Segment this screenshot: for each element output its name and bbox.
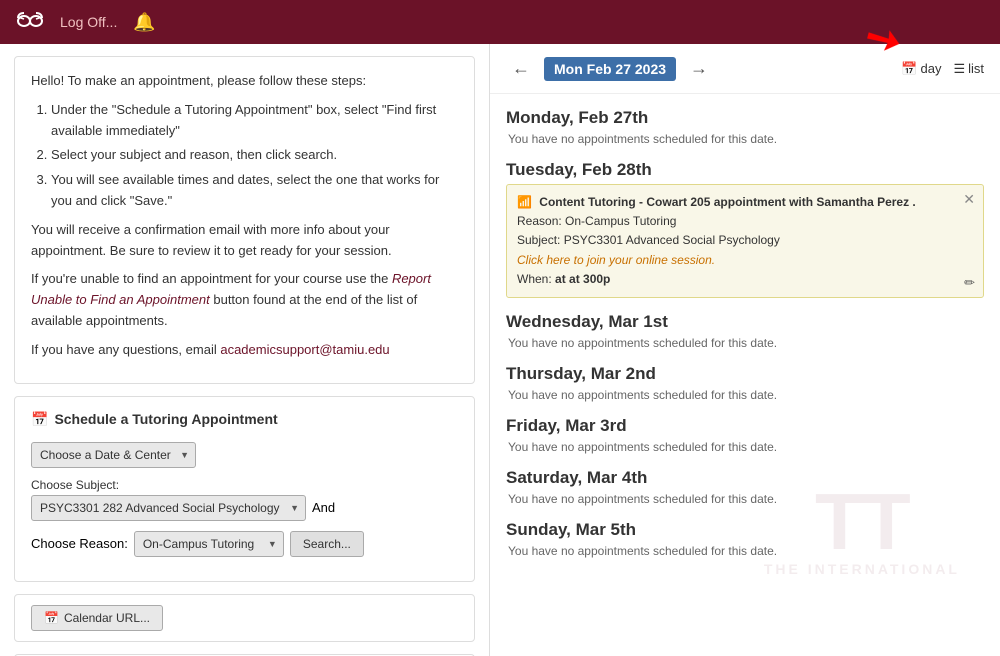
day-title-tue-feb28: Tuesday, Feb 28th xyxy=(506,160,984,180)
appointment-close-button[interactable]: ✕ xyxy=(963,191,975,208)
day-section-sun-mar5: Sunday, Mar 5th You have no appointments… xyxy=(506,520,984,558)
no-appt-sun-mar5: You have no appointments scheduled for t… xyxy=(506,544,984,558)
instructions-box: Hello! To make an appointment, please fo… xyxy=(14,56,475,384)
day-section-thu-mar2: Thursday, Mar 2nd You have no appointmen… xyxy=(506,364,984,402)
subject-select[interactable]: PSYC3301 282 Advanced Social Psychology xyxy=(31,495,306,521)
no-appt-wed-mar1: You have no appointments scheduled for t… xyxy=(506,336,984,350)
appointment-title-line: 📶 Content Tutoring - Cowart 205 appointm… xyxy=(517,193,953,212)
calendar-header: ← Mon Feb 27 2023 → 📅 day ☰ list xyxy=(490,44,1000,94)
subject-select-wrapper: PSYC3301 282 Advanced Social Psychology xyxy=(31,495,306,521)
search-button[interactable]: Search... xyxy=(290,531,364,557)
appointment-time: at 300p xyxy=(569,272,610,286)
calendar-url-icon: 📅 xyxy=(44,611,59,625)
date-center-row: Choose a Date & Center xyxy=(31,442,458,468)
instructions-confirmation: You will receive a confirmation email wi… xyxy=(31,220,458,262)
no-appt-sat-mar4: You have no appointments scheduled for t… xyxy=(506,492,984,506)
reason-input-row: Choose Reason: On-Campus Tutoring Search… xyxy=(31,531,458,557)
prev-date-button[interactable]: ← xyxy=(506,56,536,81)
and-label: And xyxy=(312,500,335,515)
appointment-title: Content Tutoring - Cowart 205 appointmen… xyxy=(539,195,915,209)
day-title-sat-mar4: Saturday, Mar 4th xyxy=(506,468,984,488)
reason-row: Choose Reason: On-Campus Tutoring Search… xyxy=(31,531,458,557)
instructions-step-3: You will see available times and dates, … xyxy=(51,170,458,212)
instructions-questions: If you have any questions, email academi… xyxy=(31,340,458,361)
reason-label: Choose Reason: xyxy=(31,536,128,551)
day-title-thu-mar2: Thursday, Mar 2nd xyxy=(506,364,984,384)
no-appt-fri-mar3: You have no appointments scheduled for t… xyxy=(506,440,984,454)
schedule-box-title: 📅 Schedule a Tutoring Appointment xyxy=(31,411,458,428)
instructions-report: If you're unable to find an appointment … xyxy=(31,269,458,331)
date-center-select-wrapper: Choose a Date & Center xyxy=(31,442,196,468)
calendar-url-button[interactable]: 📅 Calendar URL... xyxy=(31,605,163,631)
appointment-edit-button[interactable]: ✏ xyxy=(964,275,975,291)
subject-input-row: PSYC3301 282 Advanced Social Psychology … xyxy=(31,495,458,521)
day-view-calendar-icon: 📅 xyxy=(901,61,917,77)
appointment-card-1: ✕ ✏ 📶 Content Tutoring - Cowart 205 appo… xyxy=(506,184,984,298)
day-title-sun-mar5: Sunday, Mar 5th xyxy=(506,520,984,540)
list-view-icon: ☰ xyxy=(953,61,965,77)
day-section-tue-feb28: Tuesday, Feb 28th ✕ ✏ 📶 Content Tutoring… xyxy=(506,160,984,298)
reason-select-wrapper: On-Campus Tutoring xyxy=(134,531,284,557)
right-panel: ← Mon Feb 27 2023 → 📅 day ☰ list Monday,… xyxy=(490,44,1000,656)
day-section-fri-mar3: Friday, Mar 3rd You have no appointments… xyxy=(506,416,984,454)
appointment-online-link[interactable]: Click here to join your online session. xyxy=(517,251,953,270)
day-view-option[interactable]: 📅 day xyxy=(901,61,941,77)
top-navigation: Log Off... 🔔 xyxy=(0,0,1000,44)
wifi-icon: 📶 xyxy=(517,195,532,209)
day-section-sat-mar4: Saturday, Mar 4th You have no appointmen… xyxy=(506,468,984,506)
no-appt-thu-mar2: You have no appointments scheduled for t… xyxy=(506,388,984,402)
day-title-wed-mar1: Wednesday, Mar 1st xyxy=(506,312,984,332)
subject-label: Choose Subject: xyxy=(31,478,458,492)
main-layout: Hello! To make an appointment, please fo… xyxy=(0,44,1000,656)
day-title-fri-mar3: Friday, Mar 3rd xyxy=(506,416,984,436)
date-center-select[interactable]: Choose a Date & Center xyxy=(31,442,196,468)
schedule-box: 📅 Schedule a Tutoring Appointment Choose… xyxy=(14,396,475,582)
subject-row: Choose Subject: PSYC3301 282 Advanced So… xyxy=(31,478,458,521)
appointment-subject-line: Subject: PSYC3301 Advanced Social Psycho… xyxy=(517,231,953,250)
notification-bell-icon[interactable]: 🔔 xyxy=(133,12,155,33)
left-panel: Hello! To make an appointment, please fo… xyxy=(0,44,490,656)
day-section-wed-mar1: Wednesday, Mar 1st You have no appointme… xyxy=(506,312,984,350)
email-link[interactable]: academicsupport@tamiu.edu xyxy=(220,342,389,357)
view-options: 📅 day ☰ list xyxy=(901,61,984,77)
instructions-hello: Hello! To make an appointment, please fo… xyxy=(31,71,458,92)
reason-select[interactable]: On-Campus Tutoring xyxy=(134,531,284,557)
appointment-when-line: When: at at 300p xyxy=(517,270,953,289)
calendar-url-box: 📅 Calendar URL... xyxy=(14,594,475,642)
day-title-mon-feb27: Monday, Feb 27th xyxy=(506,108,984,128)
instructions-step-2: Select your subject and reason, then cli… xyxy=(51,145,458,166)
calendar-icon: 📅 xyxy=(31,411,48,428)
next-date-button[interactable]: → xyxy=(684,56,714,81)
appointment-reason-line: Reason: On-Campus Tutoring xyxy=(517,212,953,231)
log-off-link[interactable]: Log Off... xyxy=(60,14,117,30)
list-view-option[interactable]: ☰ list xyxy=(953,61,984,77)
current-date-display[interactable]: Mon Feb 27 2023 xyxy=(544,57,676,81)
instructions-steps-list: Under the "Schedule a Tutoring Appointme… xyxy=(51,100,458,212)
day-section-mon-feb27: Monday, Feb 27th You have no appointment… xyxy=(506,108,984,146)
logo-icon xyxy=(16,9,44,35)
instructions-step-1: Under the "Schedule a Tutoring Appointme… xyxy=(51,100,458,142)
no-appt-mon-feb27: You have no appointments scheduled for t… xyxy=(506,132,984,146)
calendar-body: Monday, Feb 27th You have no appointment… xyxy=(490,108,1000,578)
